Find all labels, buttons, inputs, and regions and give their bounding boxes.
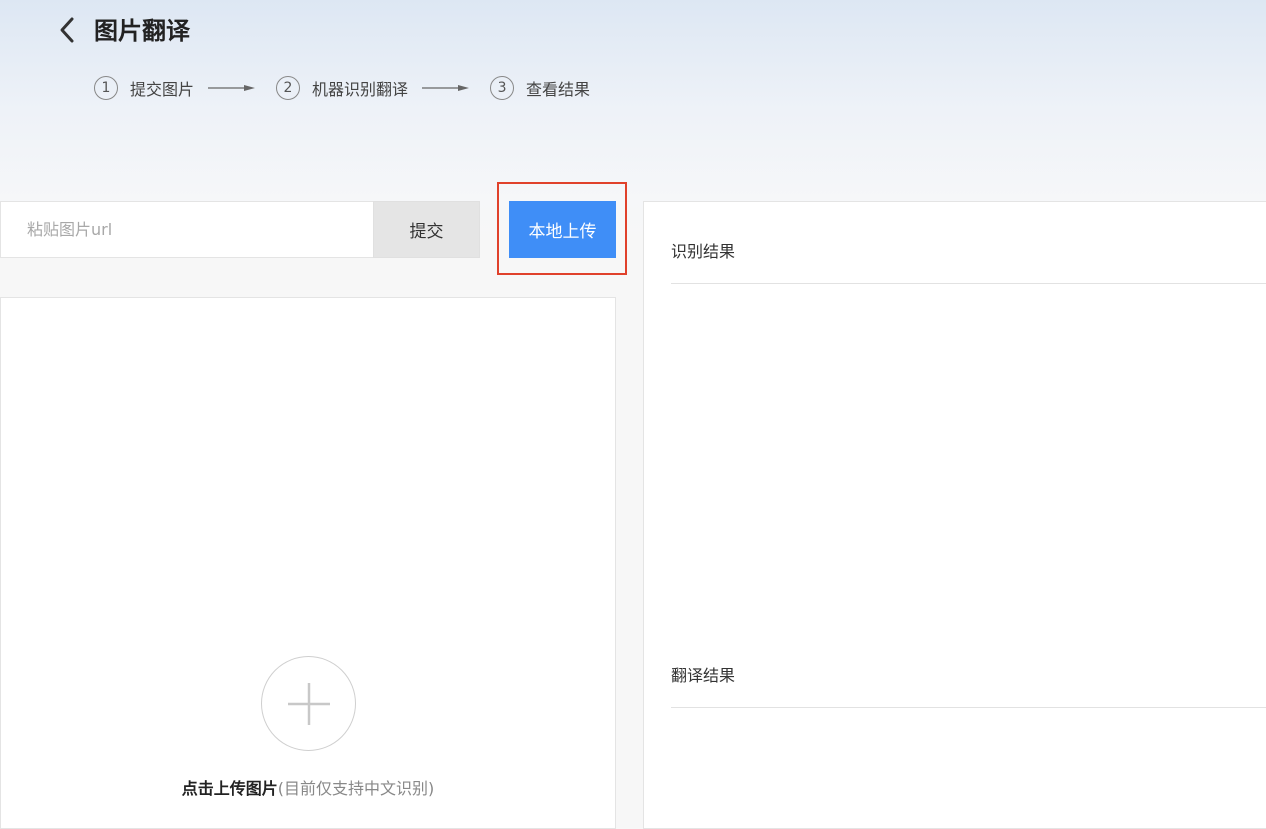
arrow-right-icon [422,83,470,93]
divider [671,283,1266,284]
submit-button[interactable]: 提交 [373,201,480,258]
step-number: 2 [276,76,301,100]
recognition-result-title: 识别结果 [671,242,736,261]
step-1: 1 提交图片 [94,76,194,100]
url-input[interactable] [0,201,374,258]
translation-result-title: 翻译结果 [671,666,736,685]
step-2: 2 机器识别翻译 [276,76,408,100]
upload-action-text: 点击上传图片 [181,779,278,798]
plus-icon [287,682,330,725]
step-number: 1 [94,76,118,100]
add-image-button[interactable] [261,656,356,751]
result-panel: 识别结果 翻译结果 [643,201,1266,829]
step-indicator: 1 提交图片 2 机器识别翻译 3 查看结果 [94,74,590,102]
step-number: 3 [490,76,515,100]
step-label: 查看结果 [526,80,591,99]
step-label: 提交图片 [130,80,195,99]
step-label: 机器识别翻译 [312,80,409,99]
page-title: 图片翻译 [94,17,190,45]
step-3: 3 查看结果 [490,76,590,100]
local-upload-button[interactable]: 本地上传 [509,201,616,258]
upload-hint-text: (目前仅支持中文识别) [277,779,435,798]
arrow-right-icon [208,83,256,93]
chevron-left-icon [60,17,74,43]
back-button[interactable] [54,14,80,46]
divider [671,707,1266,708]
page: 图片翻译 1 提交图片 2 机器识别翻译 3 查看结果 提交 本地上传 [0,0,1266,829]
upload-caption: 点击上传图片(目前仅支持中文识别) [1,775,615,799]
image-drop-zone[interactable]: 点击上传图片(目前仅支持中文识别) [0,297,616,829]
